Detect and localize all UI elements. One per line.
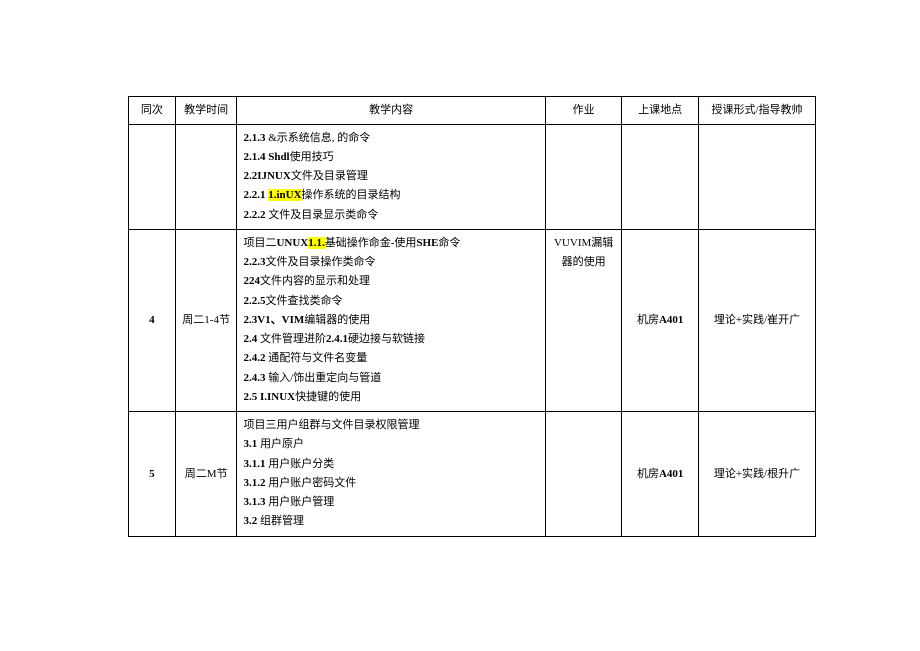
content-line: 3.1 用户原户 (243, 435, 538, 454)
header-loc: 上课地点 (622, 97, 699, 125)
content-line: 2.2IJNUX文件及目录管理 (243, 167, 538, 186)
content-line: 3.1.2 用户账户密码文件 (243, 474, 538, 493)
cell-idx: 4 (129, 229, 176, 411)
content-line: 2.4.3 输入/饰出重定向与管道 (243, 369, 538, 388)
content-line: 224文件内容的显示和处理 (243, 272, 538, 291)
cell-form: 理论+实践/根升广 (698, 412, 815, 537)
content-line: 3.1.3 用户账户管理 (243, 493, 538, 512)
content-line: 3.1.1 用户账户分类 (243, 455, 538, 474)
schedule-table: 同次 教学时间 教学内容 作业 上课地点 授课形式/指导教帅 2.1.3 &示系… (128, 96, 816, 537)
content-line: 2.1.4 Shdl使用技巧 (243, 148, 538, 167)
cell-loc: 机房A401 (622, 229, 699, 411)
cell-hw (545, 124, 622, 229)
cell-time (175, 124, 237, 229)
cell-form: 埋论+实践/崔开广 (698, 229, 815, 411)
content-line: 2.5 I.INUX快捷键的使用 (243, 388, 538, 407)
schedule-table-wrapper: 同次 教学时间 教学内容 作业 上课地点 授课形式/指导教帅 2.1.3 &示系… (128, 96, 816, 537)
content-line: 2.3V1、VIM编辑器的使用 (243, 311, 538, 330)
cell-loc (622, 124, 699, 229)
header-form: 授课形式/指导教帅 (698, 97, 815, 125)
content-line: 项目三用户组群与文件目录权限管理 (243, 416, 538, 435)
table-row: 5周二M节项目三用户组群与文件目录权限管理3.1 用户原户3.1.1 用户账户分… (129, 412, 816, 537)
table-header-row: 同次 教学时间 教学内容 作业 上课地点 授课形式/指导教帅 (129, 97, 816, 125)
table-row: 4周二1-4节项目二UNUX1.1.基础操作命金-使用SHE命令2.2.3文件及… (129, 229, 816, 411)
content-line: 2.4 文件管理进阶2.4.1硬边接与软链接 (243, 330, 538, 349)
content-line: 2.2.1 1.inUX操作系统的目录结构 (243, 186, 538, 205)
content-line: 2.2.5文件查找类命令 (243, 292, 538, 311)
header-time: 教学时间 (175, 97, 237, 125)
cell-time: 周二1-4节 (175, 229, 237, 411)
header-hw: 作业 (545, 97, 622, 125)
cell-content: 项目二UNUX1.1.基础操作命金-使用SHE命令2.2.3文件及目录操作类命令… (237, 229, 545, 411)
cell-form (698, 124, 815, 229)
cell-content: 2.1.3 &示系统信息, 的命令2.1.4 Shdl使用技巧2.2IJNUX文… (237, 124, 545, 229)
content-line: 3.2 组群管理 (243, 512, 538, 531)
cell-content: 项目三用户组群与文件目录权限管理3.1 用户原户3.1.1 用户账户分类3.1.… (237, 412, 545, 537)
content-line: 项目二UNUX1.1.基础操作命金-使用SHE命令 (243, 234, 538, 253)
table-row: 2.1.3 &示系统信息, 的命令2.1.4 Shdl使用技巧2.2IJNUX文… (129, 124, 816, 229)
content-line: 2.2.3文件及目录操作类命令 (243, 253, 538, 272)
header-idx: 同次 (129, 97, 176, 125)
content-line: 2.2.2 文件及目录显示类命令 (243, 206, 538, 225)
cell-loc: 机房A401 (622, 412, 699, 537)
cell-hw (545, 412, 622, 537)
cell-idx: 5 (129, 412, 176, 537)
content-line: 2.1.3 &示系统信息, 的命令 (243, 129, 538, 148)
header-content: 教学内容 (237, 97, 545, 125)
cell-time: 周二M节 (175, 412, 237, 537)
cell-idx (129, 124, 176, 229)
content-line: 2.4.2 通配符与文件名变量 (243, 349, 538, 368)
cell-hw: VUVIM漏辑器的使用 (545, 229, 622, 411)
